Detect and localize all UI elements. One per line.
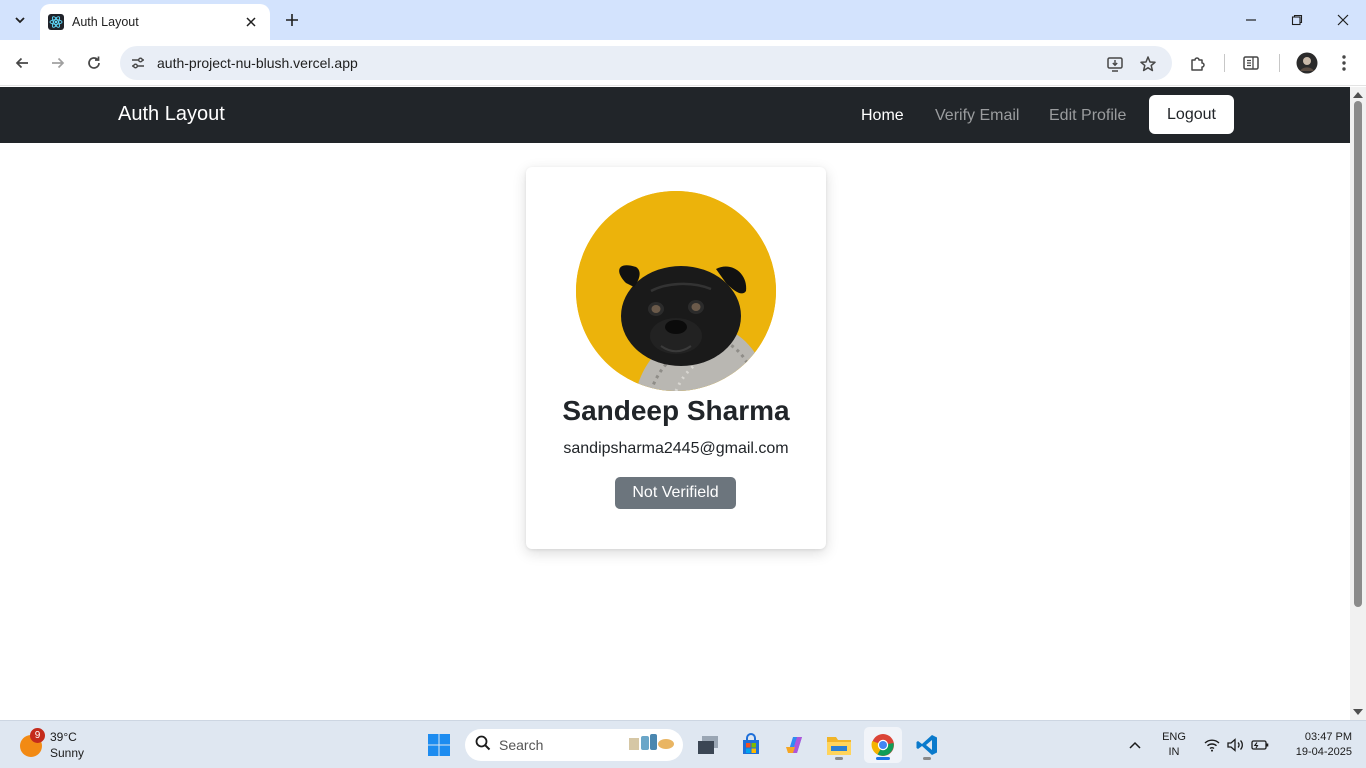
lang-region: IN xyxy=(1168,746,1180,758)
verification-status-badge[interactable]: Not Verifield xyxy=(615,477,736,509)
app-running-indicator xyxy=(923,757,931,760)
reading-list-sidepanel-icon[interactable] xyxy=(1238,50,1264,76)
nav-link-verify-email[interactable]: Verify Email xyxy=(935,107,1019,125)
notification-count-badge: 9 xyxy=(30,728,45,743)
weather-temperature: 39°C xyxy=(50,730,77,744)
profile-name: Sandeep Sharma xyxy=(562,395,790,426)
address-bar[interactable]: auth-project-nu-blush.vercel.app xyxy=(120,46,1172,80)
url-text: auth-project-nu-blush.vercel.app xyxy=(157,55,358,71)
scroll-up-arrow-icon[interactable] xyxy=(1353,90,1363,98)
windows-taskbar: 9 39°C Sunny Search ENG IN 03:47 PM 19-0… xyxy=(0,720,1366,768)
vscode-icon[interactable] xyxy=(908,727,946,763)
extensions-puzzle-icon[interactable] xyxy=(1185,50,1211,76)
taskbar-search-box[interactable]: Search xyxy=(465,729,683,761)
restore-icon[interactable] xyxy=(1274,0,1320,40)
weather-widget[interactable]: 9 39°C Sunny xyxy=(18,727,108,763)
tab-search-chevron-icon[interactable] xyxy=(6,6,34,34)
chrome-menu-icon[interactable] xyxy=(1331,50,1357,76)
scroll-down-arrow-icon[interactable] xyxy=(1353,708,1363,716)
logout-button[interactable]: Logout xyxy=(1149,95,1234,134)
file-explorer-icon[interactable] xyxy=(820,727,858,763)
profile-email: sandipsharma2445@gmail.com xyxy=(563,440,789,457)
task-view-icon[interactable] xyxy=(689,727,727,763)
site-info-icon[interactable] xyxy=(123,48,153,78)
app-active-indicator xyxy=(876,757,890,760)
copilot-icon[interactable] xyxy=(776,727,814,763)
search-highlight-icon xyxy=(629,732,675,759)
volume-icon[interactable] xyxy=(1226,731,1246,759)
tab-close-icon[interactable] xyxy=(242,13,260,31)
bookmark-star-icon[interactable] xyxy=(1136,52,1160,76)
input-language-indicator[interactable]: ENG IN xyxy=(1158,730,1190,760)
install-app-icon[interactable] xyxy=(1103,52,1127,76)
browser-tabstrip: Auth Layout xyxy=(0,0,1366,40)
clock-date: 19-04-2025 xyxy=(1295,746,1352,758)
show-hidden-icons-chevron-icon[interactable] xyxy=(1125,731,1145,759)
windows-start-icon[interactable] xyxy=(420,727,458,763)
browser-toolbar: auth-project-nu-blush.vercel.app xyxy=(0,40,1366,86)
battery-icon[interactable] xyxy=(1250,731,1270,759)
chrome-taskbar-icon[interactable] xyxy=(864,727,902,763)
close-window-icon[interactable] xyxy=(1320,0,1366,40)
reload-icon[interactable] xyxy=(79,48,109,78)
weather-description: Sunny xyxy=(50,746,85,760)
scroll-thumb[interactable] xyxy=(1354,101,1362,607)
browser-tab-active[interactable]: Auth Layout xyxy=(40,4,270,40)
lang-code: ENG xyxy=(1162,731,1186,743)
wifi-icon[interactable] xyxy=(1202,731,1222,759)
minimize-icon[interactable] xyxy=(1228,0,1274,40)
microsoft-store-icon[interactable] xyxy=(732,727,770,763)
new-tab-plus-icon[interactable] xyxy=(280,8,304,32)
page-scrollbar[interactable] xyxy=(1350,87,1366,720)
pug-avatar-image xyxy=(576,191,776,391)
site-navbar: Auth Layout Home Verify Email Edit Profi… xyxy=(0,87,1350,143)
nav-link-edit-profile[interactable]: Edit Profile xyxy=(1049,107,1126,125)
page-viewport: Auth Layout Home Verify Email Edit Profi… xyxy=(0,87,1350,720)
toolbar-divider xyxy=(1279,54,1280,72)
system-clock[interactable]: 03:47 PM 19-04-2025 xyxy=(1282,730,1352,760)
toolbar-divider xyxy=(1224,54,1225,72)
search-placeholder: Search xyxy=(499,737,544,753)
profile-avatar[interactable] xyxy=(1294,50,1320,76)
nav-link-home[interactable]: Home xyxy=(861,107,904,125)
search-icon xyxy=(475,735,491,756)
back-arrow-icon[interactable] xyxy=(7,48,37,78)
navbar-brand[interactable]: Auth Layout xyxy=(118,103,225,126)
clock-time: 03:47 PM xyxy=(1304,731,1352,743)
react-logo-icon xyxy=(48,14,64,30)
forward-arrow-icon[interactable] xyxy=(43,48,73,78)
profile-card: Sandeep Sharma sandipsharma2445@gmail.co… xyxy=(526,167,826,549)
tab-title: Auth Layout xyxy=(72,15,139,29)
app-running-indicator xyxy=(835,757,843,760)
